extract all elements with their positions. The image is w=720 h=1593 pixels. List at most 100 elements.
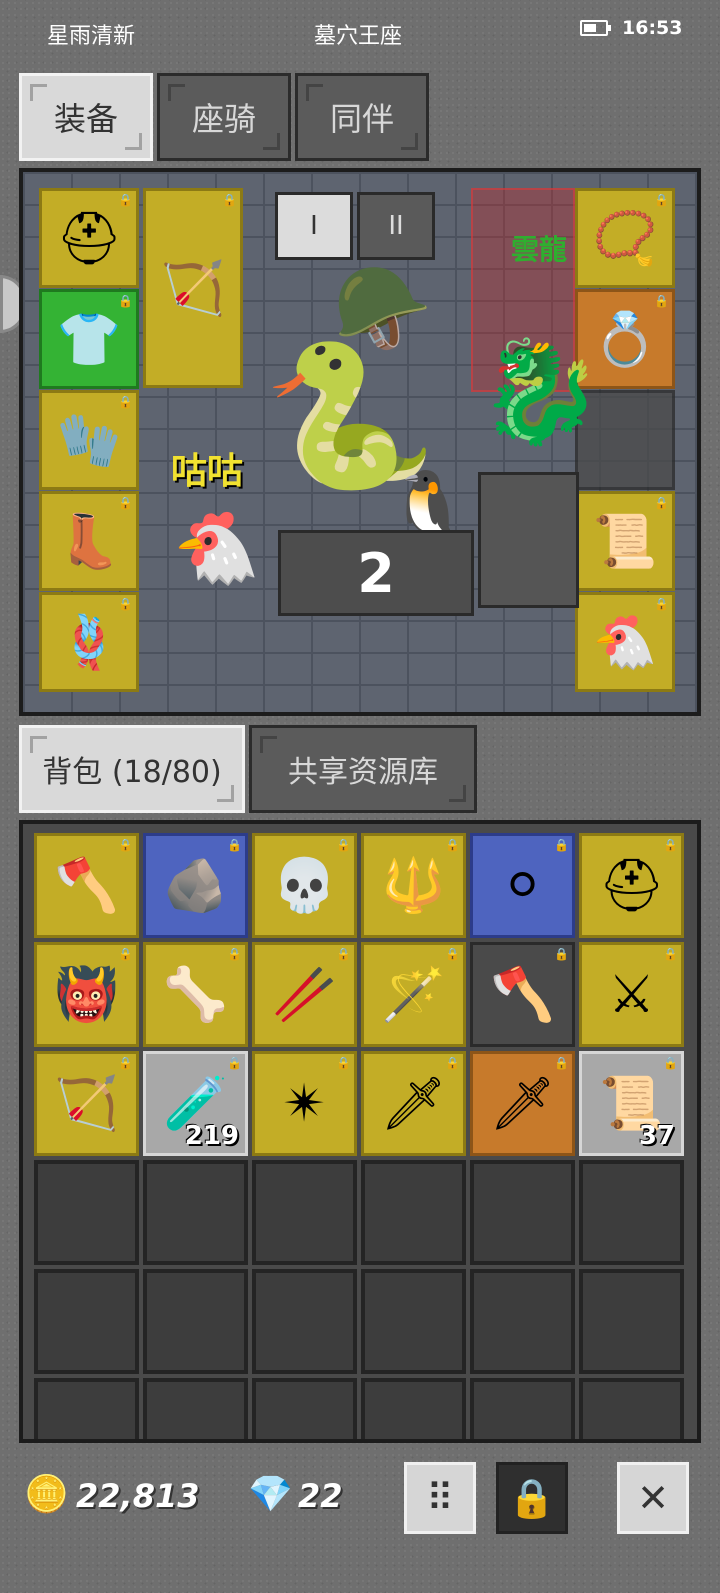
pet-speech: 咕咕 bbox=[171, 451, 244, 492]
empty-inventory-slot[interactable] bbox=[361, 1160, 466, 1265]
empty-inventory-slot[interactable] bbox=[34, 1378, 139, 1439]
lock-icon: 🔒 bbox=[118, 597, 133, 611]
tab-label: 背包 (18/80) bbox=[42, 755, 222, 790]
lock-button[interactable]: 🔒 bbox=[496, 1462, 568, 1534]
empty-inventory-slot[interactable] bbox=[470, 1160, 575, 1265]
battery-icon bbox=[580, 20, 611, 36]
lock-icon: 🔒 bbox=[663, 1056, 678, 1070]
inventory-slot[interactable]: 🔒 🗡 bbox=[470, 1051, 575, 1156]
inventory-slot[interactable]: 🔒 ⚪ bbox=[470, 833, 575, 938]
inventory-slot[interactable]: 🔒 ✴ bbox=[252, 1051, 357, 1156]
crossbow-icon: 🏹 bbox=[160, 258, 226, 319]
tab-companion[interactable]: 同伴 bbox=[295, 73, 429, 161]
inventory-slot[interactable]: 🔒 🪨 bbox=[143, 833, 248, 938]
lock-icon: 🔒 bbox=[336, 1056, 351, 1070]
gold-amount: 22,813 bbox=[76, 1477, 200, 1515]
grid-sort-icon: ⠿ bbox=[426, 1476, 454, 1520]
sort-button[interactable]: ⠿ bbox=[404, 1462, 476, 1534]
podium-side bbox=[478, 472, 579, 608]
lock-icon: 🔒 bbox=[118, 1056, 133, 1070]
inventory-slot[interactable]: 🔒 🪓 bbox=[34, 833, 139, 938]
inventory-slot[interactable]: 🔒 ⛑ bbox=[579, 833, 684, 938]
preset-tab-1[interactable]: I bbox=[275, 192, 353, 260]
location-name: 墓穴王座 bbox=[314, 24, 403, 49]
podium-number: 2 bbox=[357, 541, 395, 605]
empty-inventory-slot[interactable] bbox=[361, 1269, 466, 1374]
inventory-slot[interactable]: 🔒 🥢 bbox=[252, 942, 357, 1047]
snake-mount: 🐍 bbox=[263, 335, 438, 498]
close-button[interactable]: ✕ bbox=[617, 1462, 689, 1534]
inventory-slot[interactable]: 🔒 🧪 219 bbox=[143, 1051, 248, 1156]
tab-backpack[interactable]: 背包 (18/80) bbox=[19, 725, 245, 813]
tab-mount[interactable]: 座骑 bbox=[157, 73, 291, 161]
pebble-icon: ⚪ bbox=[500, 855, 545, 916]
lock-icon: 🔒 bbox=[118, 395, 133, 409]
empty-inventory-slot[interactable] bbox=[143, 1269, 248, 1374]
inventory-slot[interactable]: 🔒 👹 bbox=[34, 942, 139, 1047]
lock-icon: 🔒 bbox=[227, 1056, 242, 1070]
pet-slot[interactable]: 🔒 🐔 bbox=[575, 592, 675, 692]
chest-slot[interactable]: 🔒 👕 bbox=[39, 289, 139, 389]
wooden-staff-icon: 🪄 bbox=[381, 965, 446, 1025]
lock-icon: 🔒 bbox=[554, 838, 569, 852]
empty-inventory-slot[interactable] bbox=[579, 1160, 684, 1265]
empty-inventory-slot[interactable] bbox=[34, 1160, 139, 1265]
empty-inventory-slot[interactable] bbox=[579, 1378, 684, 1439]
lock-icon: 🔒 bbox=[663, 947, 678, 961]
gloves-icon: 🧤 bbox=[56, 410, 122, 471]
lock-icon: 🔒 bbox=[445, 947, 460, 961]
empty-inventory-slot[interactable] bbox=[470, 1269, 575, 1374]
necklace-icon: 📿 bbox=[592, 208, 658, 269]
inventory-slot[interactable]: 🔒 💀 bbox=[252, 833, 357, 938]
empty-inventory-slot[interactable] bbox=[252, 1160, 357, 1265]
inventory-slot[interactable]: 🔒 🏹 bbox=[34, 1051, 139, 1156]
inventory-slot[interactable]: 🔒 🗡 bbox=[361, 1051, 466, 1156]
necklace-slot[interactable]: 🔒 📿 bbox=[575, 188, 675, 288]
lock-icon: 🔒 bbox=[654, 294, 669, 308]
lock-icon: 🔒 bbox=[654, 496, 669, 510]
empty-inventory-slot[interactable] bbox=[579, 1269, 684, 1374]
empty-inventory-slot[interactable] bbox=[470, 1378, 575, 1439]
tab-label: 座骑 bbox=[191, 100, 256, 138]
tab-equipment[interactable]: 装备 bbox=[19, 73, 153, 161]
inventory-slot[interactable]: 🔒 🪓 bbox=[470, 942, 575, 1047]
inventory-slot[interactable]: 🔒 🪄 bbox=[361, 942, 466, 1047]
preset-tab-2[interactable]: II bbox=[357, 192, 435, 260]
item-quantity: 37 bbox=[638, 1121, 675, 1151]
battle-axe-icon: 🪓 bbox=[490, 965, 555, 1025]
horned-mask-icon: 👹 bbox=[54, 965, 119, 1025]
empty-inventory-slot[interactable] bbox=[143, 1160, 248, 1265]
chicken-pet-icon: 🐔 bbox=[592, 612, 658, 673]
bottom-bar: 🪙 22,813 💎 22 ⠿ 🔒 ✕ bbox=[0, 1455, 720, 1565]
inventory-panel: 🔒 🪓 🔒 🪨 🔒 💀 🔒 🔱 🔒 ⚪ 🔒 ⛑ 🔒 👹 🔒 🦴 🔒 🥢 🔒 🪄 🔒 🪓 🔒 ⚔ 🔒 🏹 🔒 🧪 219 🔒 ✴ 🔒 🗡 🔒 🗡 🔒 📜 3… bbox=[19, 820, 701, 1443]
lock-icon: 🔒 bbox=[222, 193, 237, 207]
inventory-slot[interactable]: 🔒 ⚔ bbox=[579, 942, 684, 1047]
lock-icon: 🔒 bbox=[118, 193, 133, 207]
golden-sword-icon: 🗡 bbox=[489, 1074, 556, 1134]
red-axe-icon: 🪓 bbox=[54, 856, 119, 916]
weapon-slot[interactable]: 🔒 🏹 bbox=[143, 188, 243, 388]
inventory-slot[interactable]: 🔒 🦴 bbox=[143, 942, 248, 1047]
lock-icon: 🔒 bbox=[336, 947, 351, 961]
empty-inventory-slot[interactable] bbox=[143, 1378, 248, 1439]
lock-icon: 🔒 bbox=[654, 193, 669, 207]
tab-label: 同伴 bbox=[329, 100, 394, 138]
empty-inventory-slot[interactable] bbox=[34, 1269, 139, 1374]
relic-slot[interactable]: 🔒 📜 bbox=[575, 491, 675, 591]
inventory-grid: 🔒 🪓 🔒 🪨 🔒 💀 🔒 🔱 🔒 ⚪ 🔒 ⛑ 🔒 👹 🔒 🦴 🔒 🥢 🔒 🪄 🔒 🪓 🔒 ⚔ 🔒 🏹 🔒 🧪 219 🔒 ✴ 🔒 🗡 🔒 🗡 🔒 📜 3… bbox=[34, 833, 684, 1439]
helmet-icon: ⛑ bbox=[55, 208, 122, 269]
empty-inventory-slot[interactable] bbox=[252, 1269, 357, 1374]
lock-icon: 🔒 bbox=[654, 597, 669, 611]
helmet-slot[interactable]: 🔒 ⛑ bbox=[39, 188, 139, 288]
gloves-slot[interactable]: 🔒 🧤 bbox=[39, 390, 139, 490]
inventory-slot[interactable]: 🔒 📜 37 bbox=[579, 1051, 684, 1156]
clock: 16:53 bbox=[622, 17, 683, 39]
inventory-slot[interactable]: 🔒 🔱 bbox=[361, 833, 466, 938]
empty-inventory-slot[interactable] bbox=[361, 1378, 466, 1439]
tab-shared-storage[interactable]: 共享资源库 bbox=[249, 725, 477, 813]
boots-slot[interactable]: 🔒 👢 bbox=[39, 491, 139, 591]
lock-icon: 🔒 bbox=[118, 947, 133, 961]
belt-slot[interactable]: 🔒 🪢 bbox=[39, 592, 139, 692]
empty-inventory-slot[interactable] bbox=[252, 1378, 357, 1439]
character-preview: I II 🔒 ⛑ 🔒 👕 🔒 🧤 🔒 👢 🔒 🪢 🔒 🏹 🔒 📿 🔒 💍 🔒 📜 🔒 🐔 雲龍 🪖 … bbox=[19, 168, 701, 716]
